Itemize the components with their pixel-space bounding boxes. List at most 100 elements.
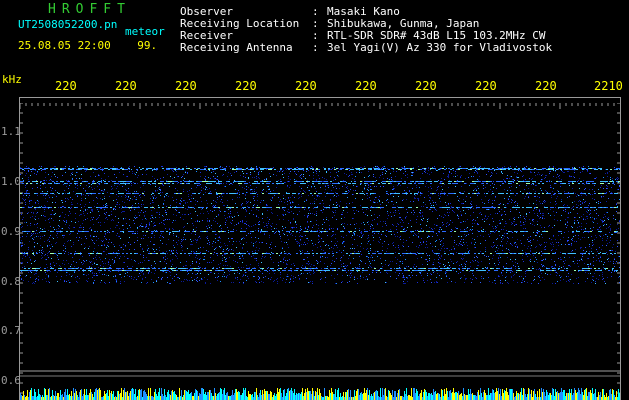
noise-dot [342,230,343,231]
noise-dot [136,197,137,198]
noise-dot [74,266,75,267]
noise-dot [298,268,299,269]
info-value-observer: Masaki Kano [327,5,400,18]
noise-dot [426,168,427,169]
noise-dot [62,212,63,213]
noise-dot [230,213,231,214]
noise-dot [249,226,250,227]
noise-dot [322,181,323,182]
noise-dot [361,232,362,233]
noise-dot [54,166,55,167]
noise-dot [96,273,97,274]
noise-dot [443,217,444,218]
noise-dot [556,242,557,243]
noise-dot [504,189,505,190]
noise-dot [364,166,365,167]
noise-dot [313,178,314,179]
noise-dot [183,237,184,238]
noise-dot [303,273,304,274]
noise-dot [102,170,103,171]
axis-frame-right [620,97,621,400]
noise-dot [33,239,34,240]
noise-dot [94,243,95,244]
noise-dot [146,174,147,175]
noise-dot [113,208,114,209]
noise-dot [527,256,528,257]
noise-dot [283,215,284,216]
noise-dot [215,173,216,174]
noise-dot [300,239,301,240]
noise-dot [21,245,22,246]
noise-dot [102,190,103,191]
noise-dot [485,231,486,232]
noise-dot [564,191,565,192]
noise-dot [245,177,246,178]
noise-dot [117,204,118,205]
noise-dot [569,196,570,197]
noise-dot [373,168,374,169]
noise-dot [543,213,544,214]
noise-dot [94,188,95,189]
noise-dot [141,206,142,207]
noise-dot [162,166,163,167]
noise-dot [523,224,524,225]
noise-dot [406,216,407,217]
noise-dot [186,265,187,266]
noise-dot [140,225,141,226]
noise-dot [29,257,30,258]
noise-dot [601,185,602,186]
noise-dot [228,270,229,271]
noise-dot [495,278,496,279]
noise-dot [456,244,457,245]
noise-dot [182,176,183,177]
noise-dot [421,275,422,276]
noise-dot [246,201,247,202]
noise-dot [437,273,438,274]
noise-dot [436,170,437,171]
noise-dot [113,209,114,210]
noise-dot [511,224,512,225]
noise-dot [124,202,125,203]
noise-dot [379,237,380,238]
noise-dot [35,208,36,209]
noise-dot [493,242,494,243]
noise-dot [530,167,531,168]
noise-dot [619,185,620,186]
noise-dot [21,212,22,213]
noise-dot [163,257,164,258]
noise-dot [263,200,264,201]
noise-dot [35,202,36,203]
noise-dot [193,251,194,252]
noise-dot [474,244,475,245]
noise-dot [34,255,35,256]
noise-dot [96,219,97,220]
noise-dot [578,277,579,278]
noise-dot [148,237,149,238]
noise-dot [295,173,296,174]
noise-dot [406,250,407,251]
noise-dot [359,256,360,257]
noise-dot [48,257,49,258]
noise-dot [323,219,324,220]
noise-dot [443,238,444,239]
noise-dot [36,271,37,272]
noise-dot [464,244,465,245]
noise-dot [422,264,423,265]
noise-dot [534,261,535,262]
noise-dot [63,237,64,238]
noise-dot [432,251,433,252]
noise-dot [573,209,574,210]
noise-dot [525,252,526,253]
noise-dot [240,243,241,244]
noise-dot [284,234,285,235]
noise-dot [312,195,313,196]
noise-dot [75,213,76,214]
noise-dot [504,180,505,181]
noise-dot [140,197,141,198]
noise-dot [327,266,328,267]
noise-dot [286,264,287,265]
noise-dot [20,275,21,276]
noise-dot [569,185,570,186]
noise-dot [398,275,399,276]
noise-dot [563,261,564,262]
